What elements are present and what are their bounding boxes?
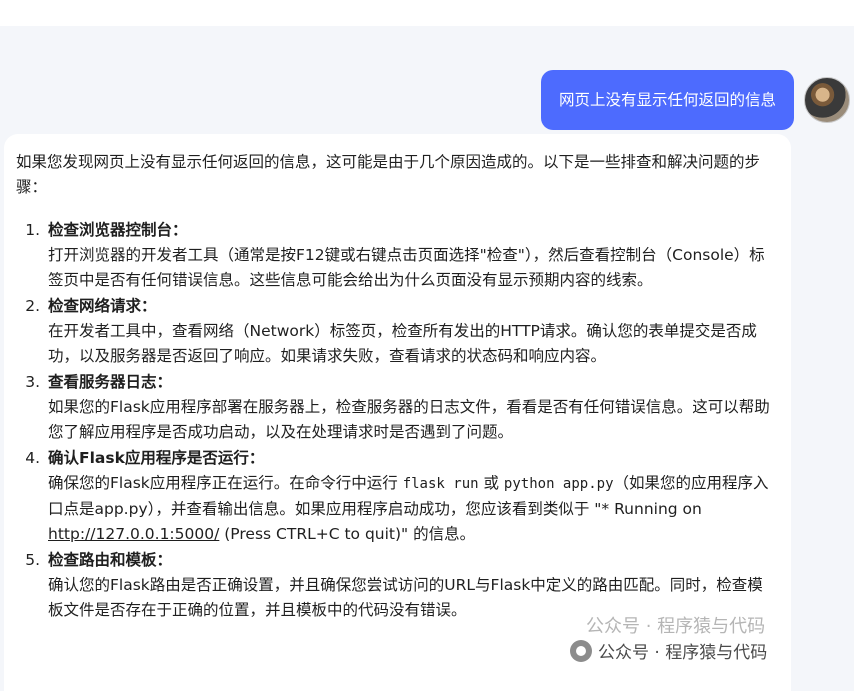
list-item: 1. 检查浏览器控制台： 打开浏览器的开发者工具（通常是按F12键或右键点击页面… — [16, 218, 777, 293]
step-title: 查看服务器日志： — [48, 373, 173, 391]
watermark-text: 公众号 · 程序猿与代码 — [598, 643, 768, 663]
step-number: 3. — [25, 373, 40, 391]
user-avatar[interactable] — [804, 77, 850, 123]
assistant-intro: 如果您发现网页上没有显示任何返回的信息，这可能是由于几个原因造成的。以下是一些排… — [16, 153, 761, 196]
screenshot-frame: 网页上没有显示任何返回的信息 如果您发现网页上没有显示任何返回的信息，这可能是由… — [0, 0, 854, 691]
step-text: 如果您的Flask应用程序部署在服务器上，检查服务器的日志文件，看看是否有任何错… — [48, 398, 770, 441]
step-text-part: (Press CTRL+C to quit)" 的信息。 — [219, 525, 476, 543]
step-title: 检查网络请求： — [48, 297, 157, 315]
step-title: 检查浏览器控制台： — [48, 221, 188, 239]
inline-code: python app.py — [503, 476, 614, 492]
step-body: 检查网络请求： 在开发者工具中，查看网络（Network）标签页，检查所有发出的… — [48, 294, 777, 369]
step-number: 5. — [25, 551, 40, 569]
step-text: 在开发者工具中，查看网络（Network）标签页，检查所有发出的HTTP请求。确… — [48, 322, 757, 365]
inline-code: flask run — [402, 476, 479, 492]
localhost-link[interactable]: http://127.0.0.1:5000/ — [48, 525, 219, 543]
steps-list: 1. 检查浏览器控制台： 打开浏览器的开发者工具（通常是按F12键或右键点击页面… — [16, 218, 777, 623]
step-title: 检查路由和模板： — [48, 551, 173, 569]
step-text-part: 确保您的Flask应用程序正在运行。在命令行中运行 — [48, 474, 403, 492]
step-text: 打开浏览器的开发者工具（通常是按F12键或右键点击页面选择"检查"），然后查看控… — [48, 246, 765, 289]
step-body: 确认Flask应用程序是否运行： 确保您的Flask应用程序正在运行。在命令行中… — [48, 446, 777, 547]
step-number: 4. — [25, 449, 40, 467]
wechat-official-account-icon — [570, 639, 592, 662]
user-message-row: 网页上没有显示任何返回的信息 — [540, 70, 850, 130]
step-text-part: 或 — [478, 474, 504, 492]
step-number: 1. — [25, 221, 40, 239]
step-text: 确保您的Flask应用程序正在运行。在命令行中运行 flask run 或 py… — [48, 471, 777, 547]
watermark-ghost-text: 公众号 · 程序猿与代码 — [586, 616, 766, 637]
step-number: 2. — [25, 297, 40, 315]
assistant-message-card: 如果您发现网页上没有显示任何返回的信息，这可能是由于几个原因造成的。以下是一些排… — [4, 134, 791, 691]
user-message-bubble: 网页上没有显示任何返回的信息 — [540, 70, 794, 130]
list-item: 2. 检查网络请求： 在开发者工具中，查看网络（Network）标签页，检查所有… — [16, 294, 777, 369]
step-title: 确认Flask应用程序是否运行： — [48, 449, 265, 467]
list-item: 3. 查看服务器日志： 如果您的Flask应用程序部署在服务器上，检查服务器的日… — [16, 370, 777, 445]
step-body: 查看服务器日志： 如果您的Flask应用程序部署在服务器上，检查服务器的日志文件… — [48, 370, 777, 445]
step-body: 检查浏览器控制台： 打开浏览器的开发者工具（通常是按F12键或右键点击页面选择"… — [48, 218, 777, 293]
list-item: 4. 确认Flask应用程序是否运行： 确保您的Flask应用程序正在运行。在命… — [16, 446, 777, 547]
watermark: 公众号 · 程序猿与代码 — [566, 636, 776, 665]
